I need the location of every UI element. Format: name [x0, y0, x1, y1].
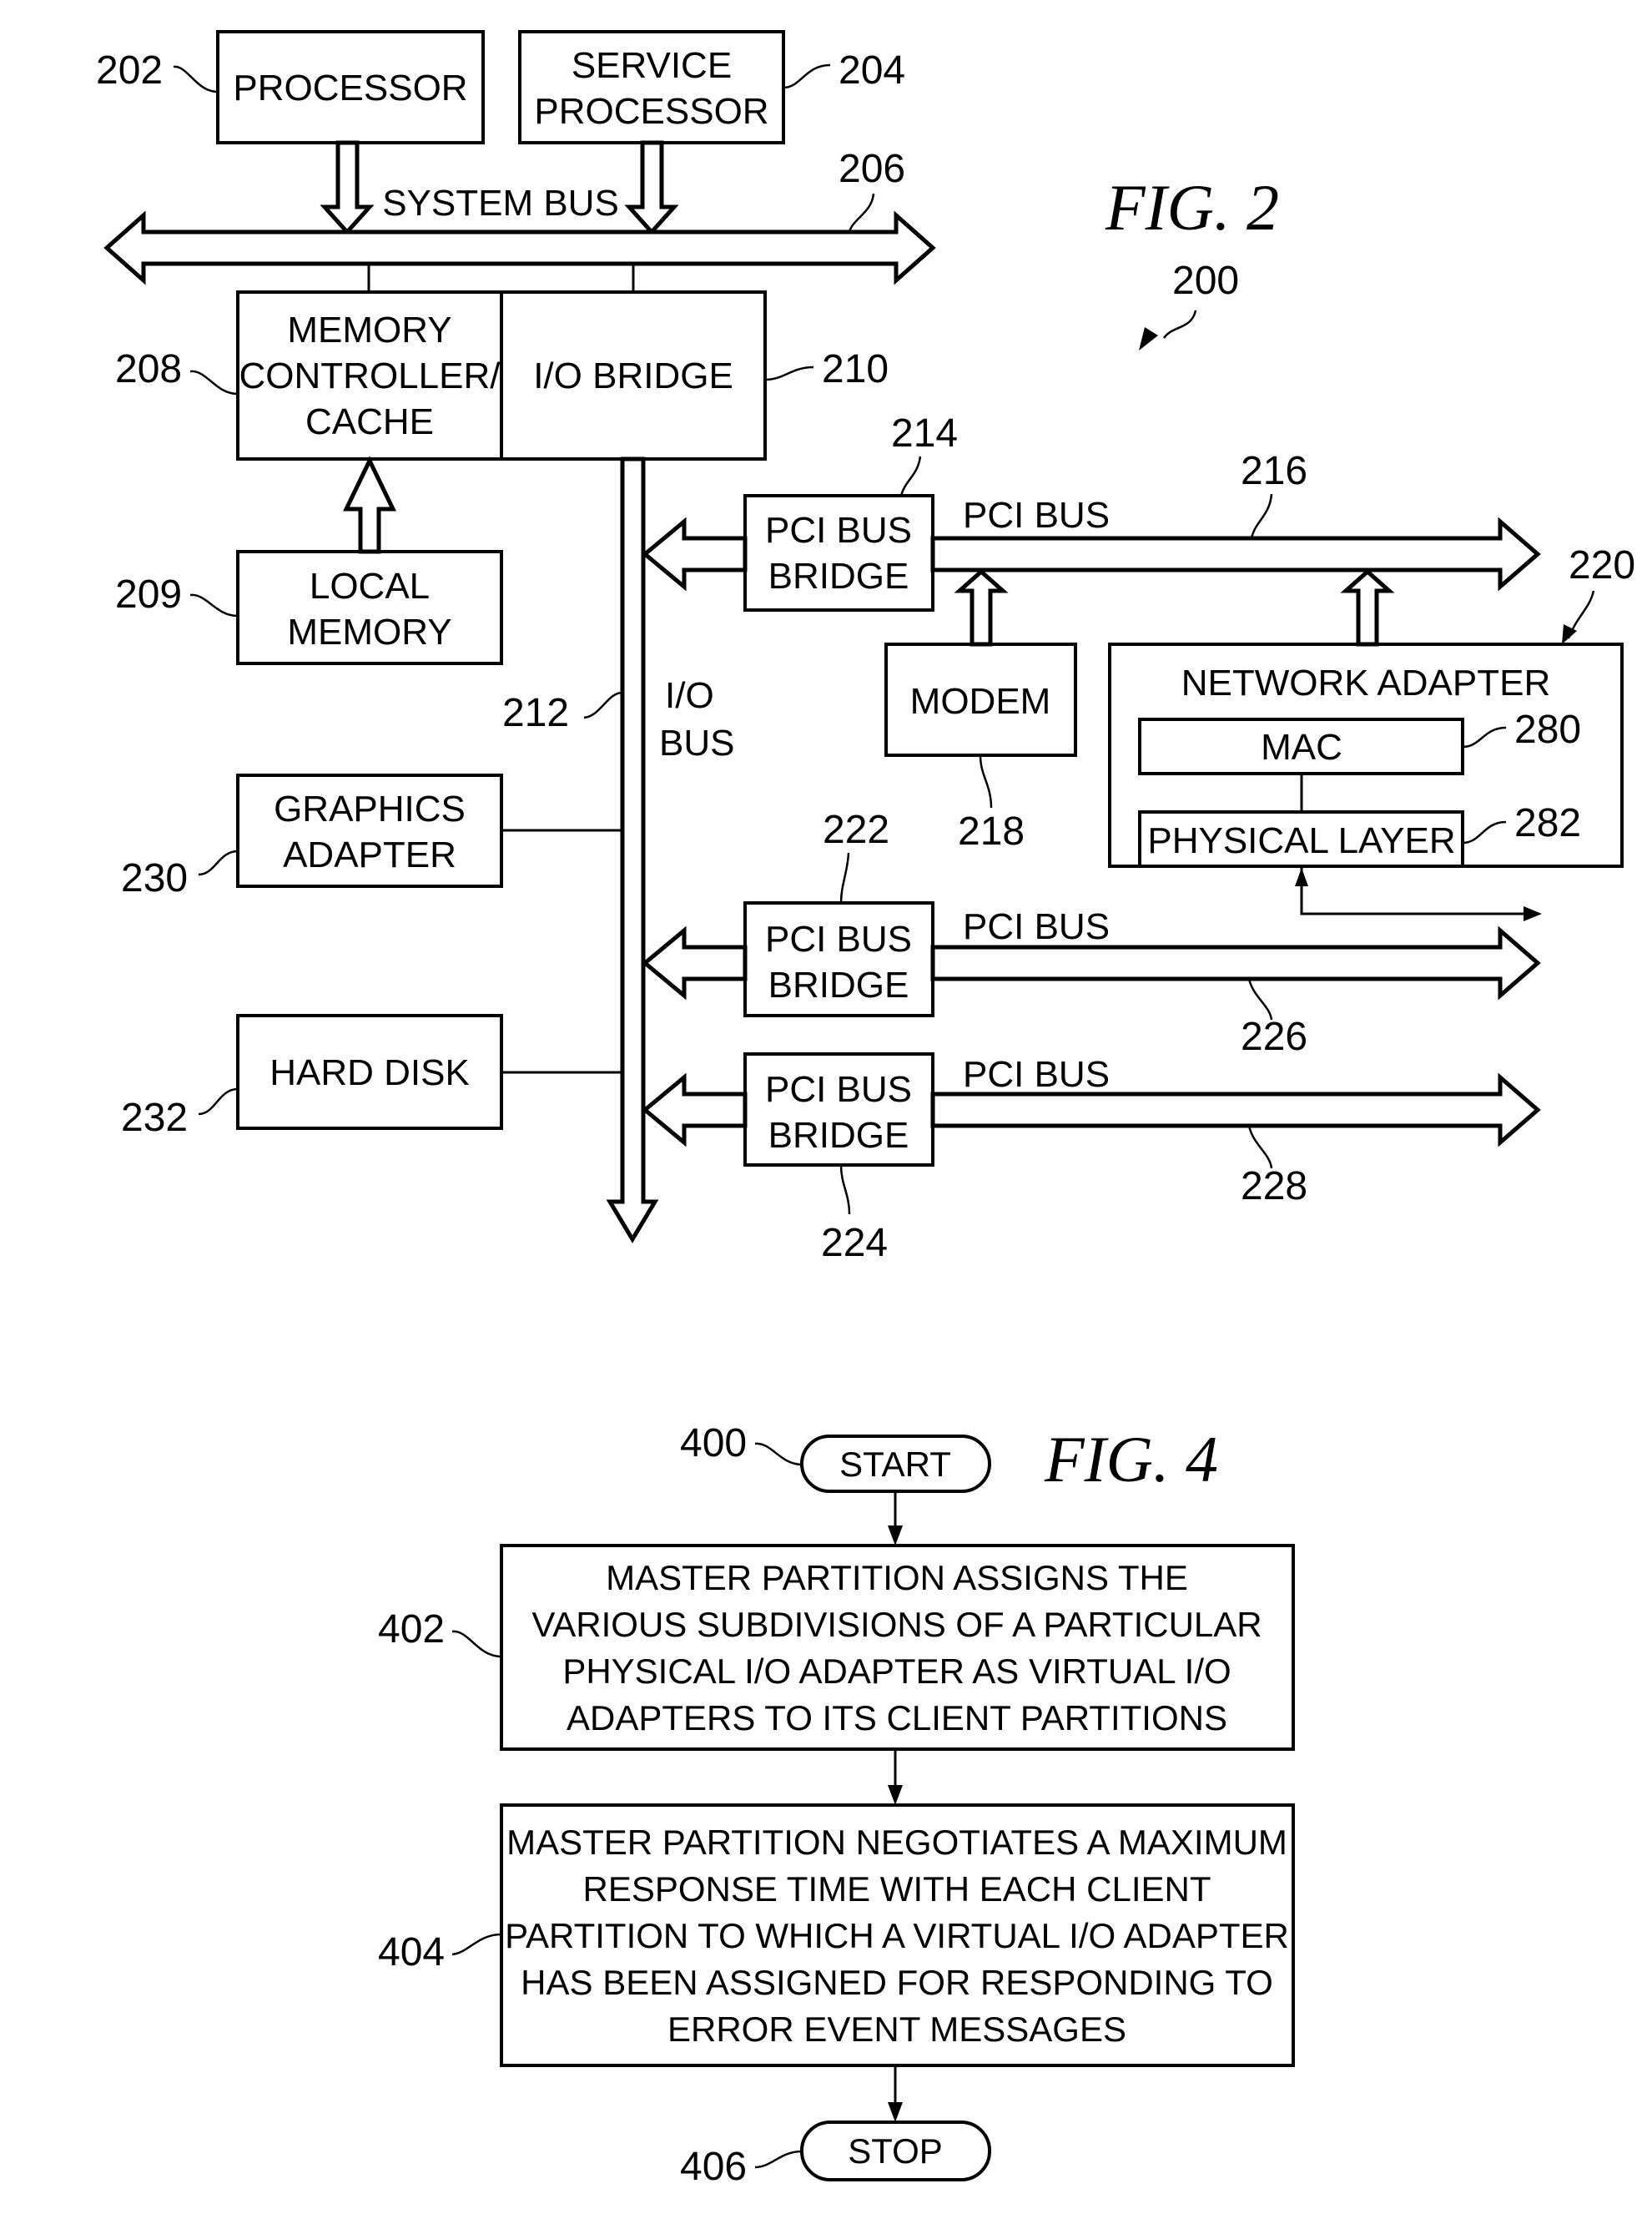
- step-402-line2: VARIOUS SUBDIVISIONS OF A PARTICULAR: [531, 1605, 1262, 1644]
- pci-bus-228-ref: 228: [1241, 1164, 1307, 1208]
- fig2-ref: 200: [1172, 259, 1239, 303]
- pci-bridge-224-label-line2: BRIDGE: [768, 1115, 909, 1156]
- graphics-adapter-ref: 230: [121, 856, 188, 900]
- service-processor-to-bus-arrow: [624, 140, 679, 235]
- pci-bridge-222-label-line1: PCI BUS: [765, 919, 912, 960]
- io-bus-arrow: [606, 456, 659, 1243]
- network-adapter-label: NETWORK ADAPTER: [1181, 663, 1551, 703]
- local-memory-block: LOCAL MEMORY 209: [115, 550, 503, 665]
- start-ref: 400: [680, 1421, 747, 1465]
- fig4-flowchart: FIG. 4 START 400 MASTER PARTITION ASSIGN…: [378, 1421, 1295, 2189]
- graphics-adapter-label-line2: ADAPTER: [283, 835, 456, 875]
- system-bus-label: SYSTEM BUS: [382, 183, 619, 224]
- system-bus-leader: [848, 193, 875, 233]
- memory-local-arrow: [343, 456, 396, 554]
- graphics-adapter-block: GRAPHICS ADAPTER 230: [121, 774, 503, 900]
- step-404-box: MASTER PARTITION NEGOTIATES A MAXIMUM RE…: [378, 1803, 1295, 2067]
- step-404-ref: 404: [378, 1930, 445, 1974]
- step-404-line1: MASTER PARTITION NEGOTIATES A MAXIMUM: [506, 1823, 1287, 1862]
- modem-ref: 218: [958, 809, 1025, 854]
- step-402-box: MASTER PARTITION ASSIGNS THE VARIOUS SUB…: [378, 1544, 1295, 1751]
- pci-bus-228-label: PCI BUS: [963, 1054, 1110, 1095]
- pci-bridge-214-ref: 214: [891, 411, 958, 456]
- service-processor-ref: 204: [839, 48, 905, 93]
- physical-layer-label: PHYSICAL LAYER: [1147, 820, 1455, 861]
- io-bridge-ref: 210: [822, 347, 889, 391]
- io-bus-ref: 212: [502, 691, 569, 735]
- io-bus-label-line2: BUS: [659, 723, 734, 764]
- pci-bus-216-ref: 216: [1241, 449, 1307, 493]
- pci-bridge-214-label-line1: PCI BUS: [765, 510, 912, 551]
- pci-bridge-222-block: PCI BUS BRIDGE 222: [743, 808, 934, 1017]
- step-404-line3: PARTITION TO WHICH A VIRTUAL I/O ADAPTER: [505, 1916, 1289, 1955]
- processor-label: PROCESSOR: [233, 68, 467, 108]
- start-label: START: [839, 1445, 951, 1484]
- pci-bus-226-label: PCI BUS: [963, 906, 1110, 947]
- stop-label: STOP: [848, 2131, 943, 2171]
- mac-ref: 280: [1514, 708, 1581, 752]
- processor-ref: 202: [96, 48, 163, 93]
- memory-controller-ref: 208: [115, 347, 182, 391]
- service-processor-label-line1: SERVICE: [572, 45, 732, 86]
- mac-label: MAC: [1261, 727, 1342, 768]
- step-402-line4: ADAPTERS TO ITS CLIENT PARTITIONS: [567, 1698, 1227, 1737]
- stop-ref: 406: [680, 2145, 747, 2189]
- pci-bridge-224-to-io-arrow: [642, 1072, 748, 1147]
- pci-bridge-222-ref: 222: [823, 808, 889, 852]
- memory-controller-label-line1: MEMORY: [287, 310, 451, 350]
- pci-bridge-214-block: PCI BUS BRIDGE 214: [743, 411, 958, 612]
- fig2-diagram: PROCESSOR 202 SERVICE PROCESSOR 204 SYST…: [96, 30, 1635, 1265]
- system-bus-ref: 206: [839, 147, 905, 191]
- pci-bus-226-ref: 226: [1241, 1015, 1307, 1059]
- fig2-title: FIG. 2: [1105, 171, 1279, 244]
- pci-bridge-224-label-line1: PCI BUS: [765, 1069, 912, 1110]
- pci-bus-216-label: PCI BUS: [963, 495, 1110, 536]
- service-processor-label-line2: PROCESSOR: [534, 91, 768, 132]
- local-memory-ref: 209: [115, 572, 182, 617]
- network-adapter-ref: 220: [1569, 543, 1635, 587]
- local-memory-label-line2: MEMORY: [287, 612, 451, 653]
- hard-disk-ref: 232: [121, 1096, 188, 1140]
- patent-drawing-sheet: PROCESSOR 202 SERVICE PROCESSOR 204 SYST…: [96, 30, 1635, 2189]
- pci-bridge-222-to-io-arrow: [642, 925, 748, 1001]
- physical-layer-ref: 282: [1514, 801, 1581, 845]
- memory-controller-label-line3: CACHE: [305, 401, 434, 442]
- step-402-line3: PHYSICAL I/O ADAPTER AS VIRTUAL I/O: [562, 1652, 1231, 1691]
- modem-block: MODEM 218: [884, 643, 1077, 854]
- processor-block: PROCESSOR 202: [96, 30, 485, 144]
- io-bridge-block: I/O BRIDGE 210: [500, 290, 889, 461]
- modem-label: MODEM: [910, 681, 1051, 722]
- step-404-line4: HAS BEEN ASSIGNED FOR RESPONDING TO: [521, 1963, 1273, 2002]
- fig4-title: FIG. 4: [1044, 1423, 1218, 1495]
- start-terminal: START 400: [680, 1421, 991, 1493]
- io-bridge-label: I/O BRIDGE: [533, 356, 733, 396]
- network-adapter-to-pci-arrow: [1340, 568, 1395, 647]
- io-bus-label-line1: I/O: [665, 675, 714, 716]
- pci-bridge-222-label-line2: BRIDGE: [768, 965, 909, 1006]
- processor-to-bus-arrow: [320, 140, 375, 235]
- graphics-adapter-label-line1: GRAPHICS: [274, 789, 466, 830]
- memory-controller-label-line2: CONTROLLER/: [239, 356, 501, 396]
- network-port-line: [1300, 866, 1527, 915]
- step-404-line2: RESPONSE TIME WITH EACH CLIENT: [583, 1869, 1211, 1909]
- modem-to-pci-arrow: [954, 568, 1009, 647]
- step-404-line5: ERROR EVENT MESSAGES: [667, 2010, 1126, 2049]
- service-processor-block: SERVICE PROCESSOR 204: [518, 30, 905, 144]
- step-402-ref: 402: [378, 1607, 445, 1652]
- pci-bridge-224-ref: 224: [821, 1221, 888, 1265]
- local-memory-label-line1: LOCAL: [310, 566, 430, 607]
- pci-bridge-214-label-line2: BRIDGE: [768, 556, 909, 597]
- step-402-line1: MASTER PARTITION ASSIGNS THE: [606, 1558, 1188, 1597]
- memory-controller-block: MEMORY CONTROLLER/ CACHE 208: [115, 290, 503, 461]
- hard-disk-label: HARD DISK: [269, 1052, 470, 1093]
- system-bus-arrow: [103, 210, 936, 285]
- pci-bridge-214-to-io-arrow: [642, 517, 748, 592]
- stop-terminal: STOP 406: [680, 2121, 991, 2189]
- pci-bridge-224-block: PCI BUS BRIDGE 224: [743, 1052, 934, 1265]
- hard-disk-block: HARD DISK 232: [121, 1014, 503, 1140]
